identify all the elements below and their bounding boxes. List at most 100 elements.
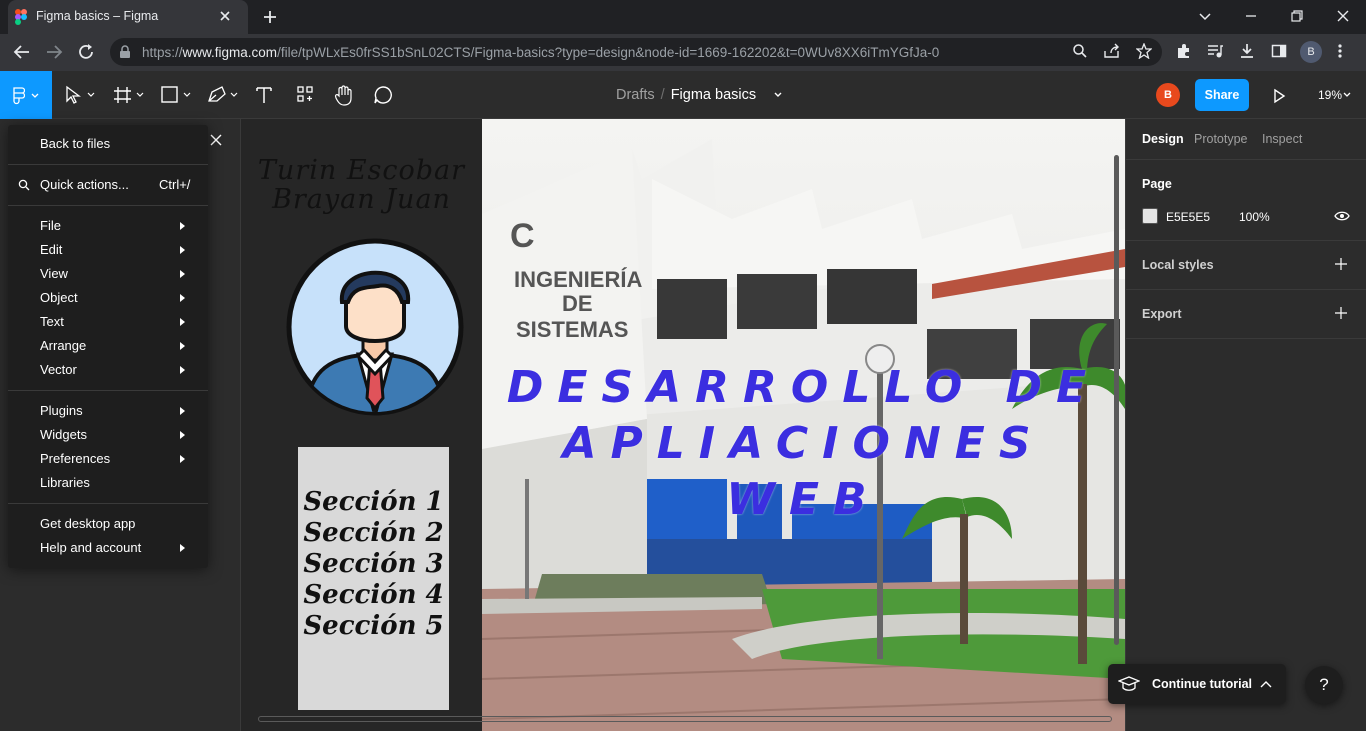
restore-icon[interactable] <box>1289 8 1305 24</box>
author-name-text[interactable]: Turin Escobar Brayan Juan <box>254 156 469 214</box>
menu-item-libraries[interactable]: Libraries <box>40 475 90 490</box>
submenu-arrow-icon <box>180 407 185 415</box>
menu-item-object[interactable]: Object <box>40 290 78 305</box>
text-tool-icon[interactable] <box>255 85 273 105</box>
author-name-line-1: Turin Escobar <box>257 155 466 186</box>
chevron-down-icon <box>31 93 39 99</box>
menu-item-file[interactable]: File <box>40 218 61 233</box>
tab-prototype[interactable]: Prototype <box>1194 132 1248 146</box>
vertical-scrollbar[interactable] <box>1114 155 1119 645</box>
minimize-icon[interactable] <box>1243 8 1259 24</box>
main-menu-button[interactable] <box>0 71 52 119</box>
section-item[interactable]: Sección 5 <box>298 611 449 641</box>
browser-menu-dots-icon[interactable] <box>1337 43 1343 59</box>
submenu-arrow-icon <box>180 431 185 439</box>
chevron-up-icon[interactable] <box>1260 680 1272 688</box>
tab-inspect[interactable]: Inspect <box>1262 132 1302 146</box>
add-style-plus-icon[interactable] <box>1335 258 1347 270</box>
file-name[interactable]: Figma basics <box>671 87 756 103</box>
user-avatar[interactable]: B <box>1156 83 1180 107</box>
move-tool-icon[interactable] <box>64 85 98 105</box>
menu-item-text[interactable]: Text <box>40 314 64 329</box>
page-color-opacity[interactable]: 100% <box>1239 210 1270 224</box>
submenu-arrow-icon <box>180 270 185 278</box>
user-avatar-illustration[interactable] <box>286 238 464 416</box>
close-icon[interactable] <box>209 133 223 147</box>
url-domain: www.figma.com <box>182 45 278 60</box>
menu-item-quick-actions[interactable]: Quick actions... <box>40 177 129 192</box>
section-item[interactable]: Sección 2 <box>298 518 449 548</box>
url-path: /file/tpWLxEs0frSS1bSnL02CTS/Figma-basic… <box>277 45 940 60</box>
building-sign-letter: C <box>510 217 535 255</box>
quick-actions-shortcut: Ctrl+/ <box>159 177 191 192</box>
pen-tool-icon[interactable] <box>207 85 241 105</box>
section-item[interactable]: Sección 3 <box>298 549 449 579</box>
help-button[interactable]: ? <box>1305 666 1343 704</box>
resources-tool-icon[interactable] <box>296 85 314 105</box>
hand-tool-icon[interactable] <box>334 85 354 107</box>
comment-tool-icon[interactable] <box>373 85 393 105</box>
extensions-puzzle-icon[interactable] <box>1176 43 1192 59</box>
zoom-chevron-icon[interactable] <box>1342 91 1352 99</box>
page-color-swatch[interactable] <box>1142 208 1158 224</box>
tab-search-chevron-icon[interactable] <box>1197 8 1213 24</box>
back-arrow-icon[interactable] <box>12 43 32 61</box>
continue-tutorial-label: Continue tutorial <box>1152 677 1252 691</box>
menu-item-preferences[interactable]: Preferences <box>40 451 110 466</box>
sections-nav-frame[interactable]: Sección 1 Sección 2 Sección 3 Sección 4 … <box>298 447 449 710</box>
tab-design[interactable]: Design <box>1142 132 1184 146</box>
share-button[interactable]: Share <box>1195 79 1249 111</box>
share-page-icon[interactable] <box>1103 43 1121 59</box>
forward-arrow-icon[interactable] <box>44 43 64 61</box>
hero-title-line-1: DESARROLLO DE <box>506 362 1101 413</box>
hero-title[interactable]: DESARROLLO DE APLIACIONES WEB <box>482 360 1125 528</box>
lock-icon[interactable] <box>119 45 131 59</box>
divider <box>1126 240 1366 241</box>
building-sign-line-3: SISTEMAS <box>516 317 628 342</box>
side-panel-icon[interactable] <box>1271 43 1287 59</box>
menu-separator <box>8 503 208 504</box>
bookmark-star-icon[interactable] <box>1136 43 1152 59</box>
submenu-arrow-icon <box>180 222 185 230</box>
url-text[interactable]: https://www.figma.com/file/tpWLxEs0frSS1… <box>142 45 939 60</box>
graduation-cap-icon <box>1118 676 1140 692</box>
menu-item-edit[interactable]: Edit <box>40 242 62 257</box>
menu-item-arrange[interactable]: Arrange <box>40 338 86 353</box>
export-label: Export <box>1142 307 1182 321</box>
menu-item-help-and-account[interactable]: Help and account <box>40 540 141 555</box>
new-tab-icon[interactable] <box>262 9 278 25</box>
menu-item-widgets[interactable]: Widgets <box>40 427 87 442</box>
zoom-level[interactable]: 19% <box>1318 88 1342 102</box>
section-item[interactable]: Sección 4 <box>298 580 449 610</box>
page-color-hex[interactable]: E5E5E5 <box>1166 210 1210 224</box>
menu-separator <box>8 205 208 206</box>
menu-item-vector[interactable]: Vector <box>40 362 77 377</box>
reload-icon[interactable] <box>77 43 95 61</box>
present-play-icon[interactable] <box>1272 88 1286 104</box>
download-icon[interactable] <box>1239 43 1255 59</box>
browser-profile-avatar[interactable]: B <box>1300 41 1322 63</box>
breadcrumb-drafts-link[interactable]: Drafts <box>616 87 655 103</box>
divider <box>1126 338 1366 339</box>
menu-separator <box>8 390 208 391</box>
submenu-arrow-icon <box>180 246 185 254</box>
hero-title-line-3: WEB <box>726 474 881 525</box>
menu-item-view[interactable]: View <box>40 266 68 281</box>
divider <box>1126 289 1366 290</box>
tab-close-icon[interactable] <box>218 9 232 23</box>
menu-item-back-to-files[interactable]: Back to files <box>40 136 110 151</box>
menu-item-get-desktop-app[interactable]: Get desktop app <box>40 516 135 531</box>
divider <box>1126 159 1366 160</box>
add-export-plus-icon[interactable] <box>1335 307 1347 319</box>
search-icon[interactable] <box>1072 43 1088 59</box>
file-menu-chevron-icon[interactable] <box>773 91 783 99</box>
shape-tool-icon[interactable] <box>160 85 194 105</box>
breadcrumb: Drafts / Figma basics <box>616 87 756 103</box>
media-queue-icon[interactable] <box>1207 43 1223 59</box>
frame-tool-icon[interactable] <box>113 85 147 105</box>
eye-icon[interactable] <box>1334 210 1350 222</box>
menu-item-plugins[interactable]: Plugins <box>40 403 83 418</box>
close-window-icon[interactable] <box>1335 8 1351 24</box>
section-item[interactable]: Sección 1 <box>298 487 449 517</box>
horizontal-scrollbar[interactable] <box>258 716 1112 722</box>
